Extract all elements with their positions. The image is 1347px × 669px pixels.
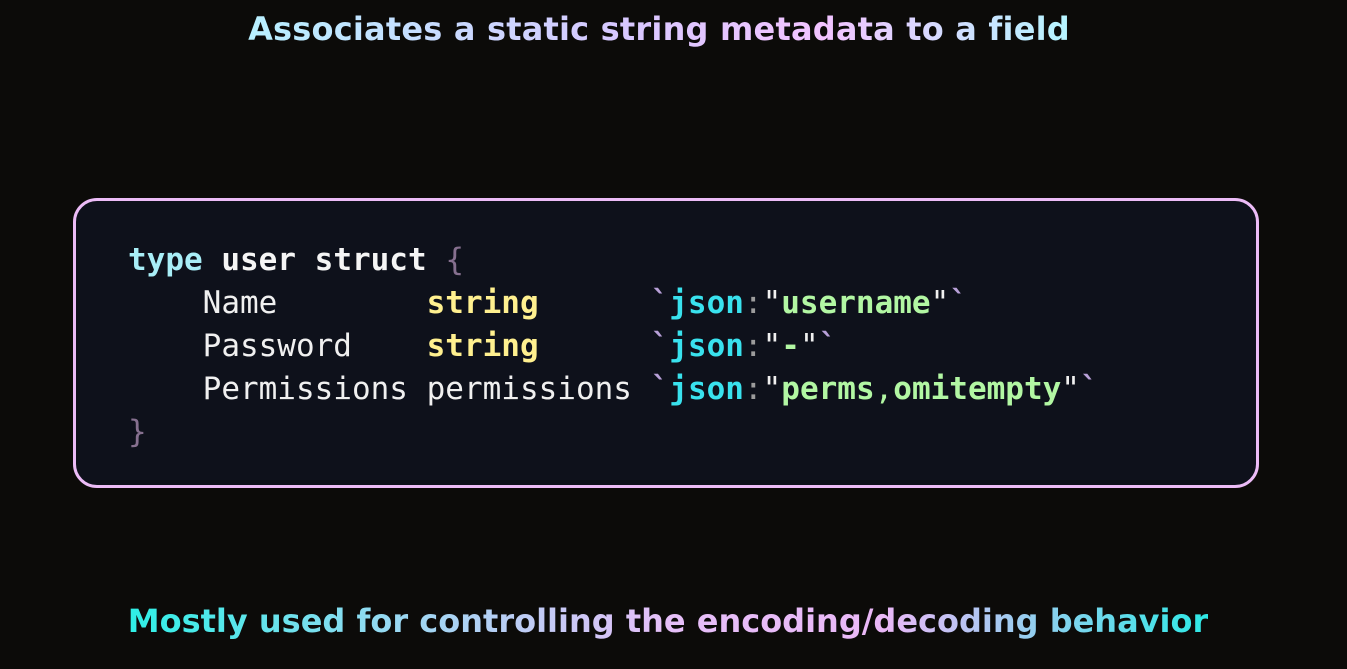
field-name: Password (202, 328, 352, 364)
slide-title: Associates a static string metadata to a… (0, 10, 1318, 48)
slide-subtitle: Mostly used for controlling the encoding… (0, 602, 1336, 640)
backtick: ` (949, 285, 968, 321)
slide-subtitle-text: Mostly used for controlling the encoding… (127, 602, 1209, 640)
code-block: type user struct { Name string `json:"us… (73, 198, 1259, 488)
tag-colon: : (743, 328, 763, 364)
close-brace: } (128, 414, 147, 450)
keyword-type: type (128, 242, 203, 278)
field-name: Permissions (202, 371, 408, 407)
tag-colon: : (743, 371, 763, 407)
tag-key: json (669, 328, 744, 364)
field-type: string (426, 285, 539, 321)
code-line-field-name: Name string `json:"username"` (128, 285, 968, 321)
code-line-field-password: Password string `json:"-"` (128, 328, 838, 364)
quote-open: " (762, 371, 782, 407)
backtick: ` (818, 328, 838, 364)
open-brace: { (445, 242, 464, 278)
quote-open: " (762, 285, 782, 321)
code-content: type user struct { Name string `json:"us… (128, 239, 1099, 454)
tag-key: json (669, 371, 744, 407)
code-line-struct-decl: type user struct { (128, 242, 464, 278)
keyword-struct: struct (314, 242, 427, 278)
quote-open: " (762, 328, 782, 364)
backtick: ` (1079, 371, 1099, 407)
tag-key: json (669, 285, 744, 321)
tag-value-option: omitempty (893, 371, 1062, 407)
quote-close: " (799, 328, 819, 364)
tag-value: - (781, 328, 800, 364)
backtick: ` (650, 371, 670, 407)
quote-close: " (930, 285, 950, 321)
code-line-field-permissions: Permissions permissions `json:"perms,omi… (128, 371, 1099, 407)
struct-name: user (221, 242, 296, 278)
field-type: permissions (426, 371, 632, 407)
tag-comma: , (874, 371, 894, 407)
slide-title-text: Associates a static string metadata to a… (248, 10, 1070, 48)
backtick: ` (650, 285, 670, 321)
field-type: string (426, 328, 539, 364)
tag-value: perms (781, 371, 875, 407)
tag-colon: : (743, 285, 763, 321)
field-name: Name (202, 285, 278, 321)
tag-value: username (781, 285, 931, 321)
quote-close: " (1061, 371, 1080, 407)
backtick: ` (650, 328, 670, 364)
